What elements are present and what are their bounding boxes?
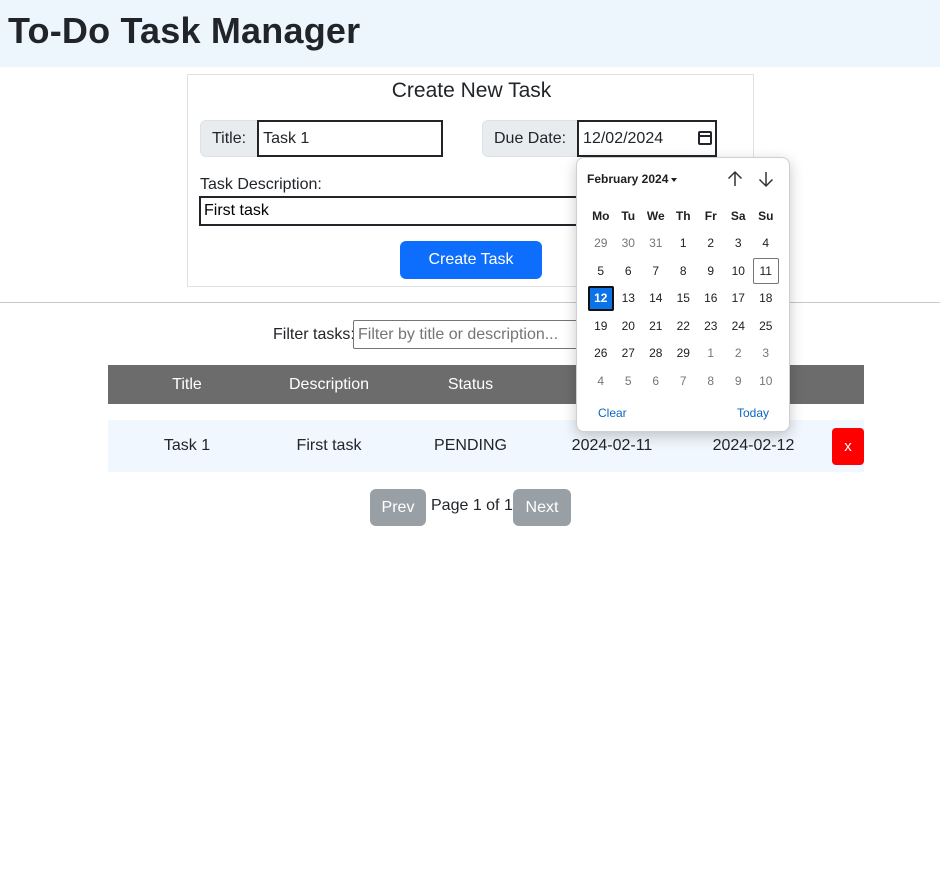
calendar-day[interactable]: 16: [697, 285, 725, 313]
arrow-down-icon[interactable]: [755, 168, 777, 190]
calendar-day[interactable]: 1: [670, 230, 698, 258]
calendar-day[interactable]: 8: [670, 257, 698, 285]
due-date-field-wrapper: [577, 120, 718, 157]
calendar-day[interactable]: 6: [642, 367, 670, 395]
calendar-day[interactable]: 14: [642, 285, 670, 313]
weekday-header: Mo: [592, 208, 610, 223]
calendar-day[interactable]: 1: [697, 340, 725, 368]
weekday-header: Su: [758, 208, 774, 223]
calendar-day[interactable]: 25: [752, 312, 780, 340]
section-divider: [0, 302, 940, 303]
page-info: Page 1 of 1: [431, 497, 513, 514]
calendar-day[interactable]: 26: [587, 340, 615, 368]
weekday-header: Th: [675, 208, 691, 223]
form-heading: Create New Task: [391, 79, 552, 102]
calendar-day[interactable]: 28: [642, 340, 670, 368]
caret-down-icon: [671, 177, 678, 182]
date-picker-popup: February 2024 Mo Tu We Th Fr Sa Su 29 30 31 1 2 3 4 5 6…: [576, 157, 790, 432]
due-date-input-group: Due Date:: [482, 120, 718, 157]
calendar-day[interactable]: 29: [587, 230, 615, 258]
calendar-day[interactable]: 23: [697, 312, 725, 340]
column-header-description: Description: [266, 365, 392, 404]
calendar-day[interactable]: 4: [752, 230, 780, 258]
calendar-day[interactable]: 15: [670, 285, 698, 313]
calendar-day[interactable]: 8: [697, 367, 725, 395]
calendar-day[interactable]: 13: [615, 285, 643, 313]
next-page-button[interactable]: Next: [513, 489, 571, 526]
calendar-day[interactable]: 3: [752, 340, 780, 368]
today-button[interactable]: Today: [737, 406, 769, 420]
month-year-label: February 2024: [587, 172, 669, 186]
column-header-title: Title: [108, 365, 266, 404]
cell-title: Task 1: [108, 420, 266, 472]
page-title: To-Do Task Manager: [8, 10, 361, 51]
description-label: Task Description:: [200, 176, 322, 193]
calendar-day[interactable]: 7: [670, 367, 698, 395]
calendar-icon[interactable]: [698, 131, 713, 145]
calendar-day[interactable]: 10: [725, 257, 753, 285]
title-input-group: Title:: [200, 120, 444, 157]
calendar-day-selected[interactable]: 12: [588, 285, 614, 311]
filter-label: Filter tasks:: [273, 326, 355, 343]
title-label: Title:: [200, 120, 258, 157]
weekday-header: Tu: [621, 208, 636, 223]
prev-page-button[interactable]: Prev: [370, 489, 426, 526]
weekday-header: We: [646, 208, 665, 223]
calendar-day[interactable]: 9: [697, 257, 725, 285]
calendar-day[interactable]: 2: [697, 230, 725, 258]
month-year-selector[interactable]: February 2024: [587, 172, 678, 186]
calendar-day[interactable]: 24: [725, 312, 753, 340]
calendar-day[interactable]: 4: [587, 367, 615, 395]
calendar-day-today[interactable]: 11: [753, 258, 779, 284]
filter-input[interactable]: [353, 320, 593, 349]
calendar-day[interactable]: 2: [725, 340, 753, 368]
calendar-day[interactable]: 5: [615, 367, 643, 395]
delete-task-button[interactable]: x: [832, 427, 864, 465]
calendar-day[interactable]: 22: [670, 312, 698, 340]
cell-actions: x: [832, 420, 864, 472]
calendar-day[interactable]: 20: [615, 312, 643, 340]
calendar-day[interactable]: 17: [725, 285, 753, 313]
calendar-day[interactable]: 21: [642, 312, 670, 340]
arrow-up-icon[interactable]: [724, 168, 746, 190]
calendar-day[interactable]: 9: [725, 367, 753, 395]
title-input[interactable]: [257, 120, 444, 157]
calendar-day[interactable]: 29: [670, 340, 698, 368]
clear-date-button[interactable]: Clear: [598, 406, 627, 420]
due-date-input[interactable]: [577, 120, 718, 157]
calendar-day[interactable]: 18: [752, 285, 780, 313]
cell-status: PENDING: [392, 420, 549, 472]
weekday-header: Fr: [704, 208, 717, 223]
calendar-day[interactable]: 30: [615, 230, 643, 258]
due-date-label: Due Date:: [482, 120, 578, 157]
calendar-day[interactable]: 7: [642, 257, 670, 285]
column-header-actions: [832, 365, 864, 404]
column-header-status: Status: [392, 365, 549, 404]
calendar-day[interactable]: 10: [752, 367, 780, 395]
cell-description: First task: [266, 420, 392, 472]
calendar-day[interactable]: 5: [587, 257, 615, 285]
calendar-day[interactable]: 3: [725, 230, 753, 258]
create-task-button[interactable]: Create Task: [400, 241, 542, 279]
weekday-header: Sa: [730, 208, 746, 223]
calendar-day[interactable]: 27: [615, 340, 643, 368]
calendar-day[interactable]: 31: [642, 230, 670, 258]
calendar-day[interactable]: 6: [615, 257, 643, 285]
calendar-grid: Mo Tu We Th Fr Sa Su 29 30 31 1 2 3 4 5 6 7 8 9 10 11 12 13 14 1…: [587, 202, 780, 395]
app-header: To-Do Task Manager: [0, 0, 940, 67]
calendar-day[interactable]: 19: [587, 312, 615, 340]
